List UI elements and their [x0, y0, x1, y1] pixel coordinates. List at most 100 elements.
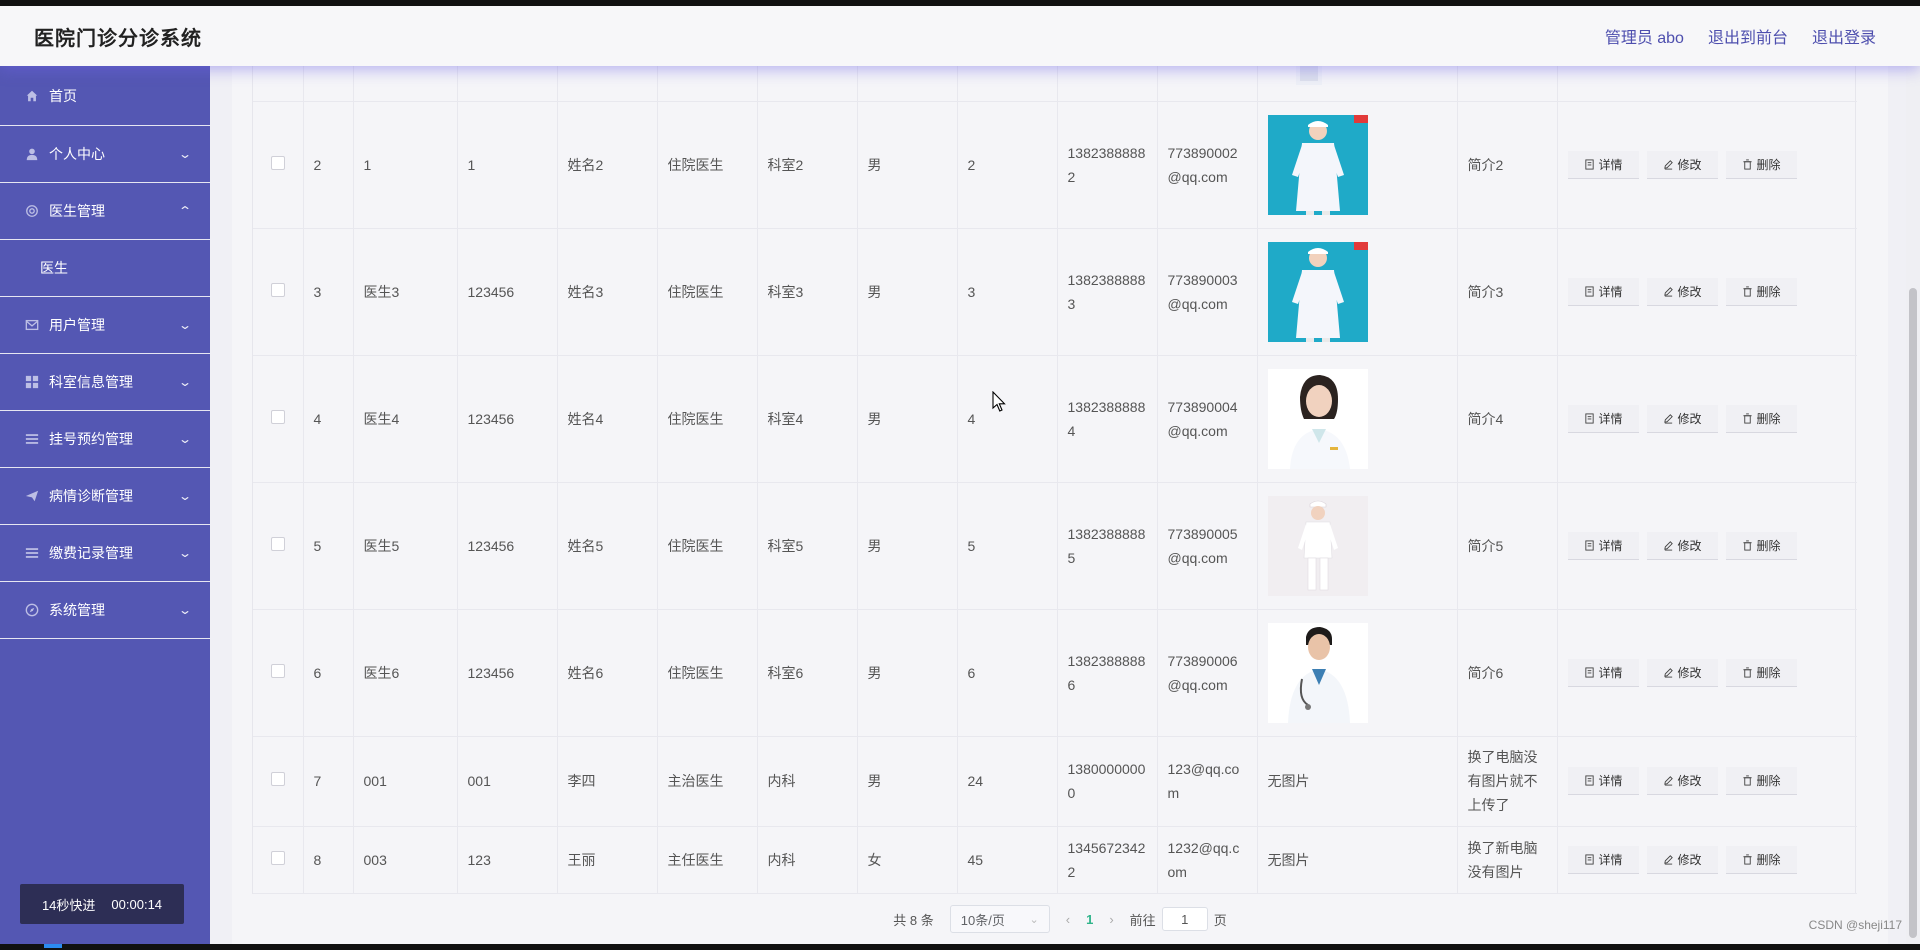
detail-button[interactable]: 详情 — [1567, 845, 1639, 874]
sidebar-item-appointment[interactable]: 挂号预约管理 ⌄ — [0, 411, 210, 468]
prev-page-button[interactable]: ‹ — [1066, 912, 1070, 927]
cell-department: 科室2 — [757, 101, 858, 229]
page-number-current[interactable]: 1 — [1086, 912, 1093, 927]
cell-gender: 男 — [857, 609, 958, 737]
edit-button[interactable]: 修改 — [1646, 767, 1718, 795]
row-checkbox[interactable] — [270, 155, 285, 170]
cell-actions: 详情 修改 删除 — [1557, 101, 1857, 229]
row-checkbox[interactable] — [270, 409, 285, 424]
compass-icon — [24, 602, 40, 618]
edit-label: 修改 — [1677, 665, 1702, 680]
bottom-strip — [0, 944, 1920, 950]
document-icon — [1584, 539, 1594, 551]
cell-gender: 男 — [857, 355, 958, 483]
delete-button[interactable]: 删除 — [1725, 658, 1797, 687]
chevron-down-icon: ⌄ — [177, 147, 193, 161]
row-checkbox[interactable] — [270, 850, 285, 865]
cell-photo — [1257, 482, 1458, 610]
edit-button[interactable]: 修改 — [1646, 150, 1718, 179]
trash-icon — [1742, 853, 1752, 865]
cell-email: 773890005@qq.com — [1157, 482, 1258, 610]
sidebar-item-doctor-management[interactable]: 医生管理 ⌃ — [0, 183, 210, 240]
cell-checkbox — [253, 355, 304, 483]
doctor-photo — [1267, 622, 1368, 723]
document-icon — [1584, 285, 1594, 297]
trash-icon — [1742, 666, 1752, 678]
cell-password: 1 — [457, 101, 558, 229]
cell-email: 1232@qq.com — [1157, 826, 1258, 894]
chevron-down-icon: ⌄ — [1029, 913, 1039, 926]
scrollbar-thumb[interactable] — [1909, 288, 1917, 938]
edit-button[interactable]: 修改 — [1646, 277, 1718, 306]
edit-button[interactable]: 修改 — [1646, 658, 1718, 687]
delete-button[interactable]: 删除 — [1725, 404, 1797, 433]
sidebar-item-user-management[interactable]: 用户管理 ⌄ — [0, 297, 210, 354]
detail-button[interactable]: 详情 — [1567, 531, 1639, 560]
sidebar-item-label: 病情诊断管理 — [49, 488, 133, 504]
delete-button[interactable]: 删除 — [1725, 767, 1797, 795]
delete-button[interactable]: 删除 — [1725, 150, 1797, 179]
delete-button[interactable]: 删除 — [1725, 277, 1797, 306]
cell-intro: 换了电脑没有图片就不上传了 — [1457, 736, 1558, 827]
cell-phone: 13823888885 — [1057, 482, 1158, 610]
cell-photo — [1257, 609, 1458, 737]
edit-icon — [1663, 540, 1673, 551]
delete-button[interactable]: 删除 — [1725, 845, 1797, 874]
exit-to-front-link[interactable]: 退出到前台 — [1708, 24, 1788, 48]
sidebar-item-system-management[interactable]: 系统管理 ⌄ — [0, 582, 210, 639]
edit-button[interactable]: 修改 — [1646, 531, 1718, 560]
fast-forward-badge: 14秒快进 00:00:14 — [20, 884, 184, 924]
cell-title: 住院医生 — [657, 482, 758, 610]
chevron-down-icon: ⌄ — [177, 318, 193, 332]
sidebar-subitem-doctor[interactable]: 医生 — [0, 240, 210, 297]
chevron-down-icon: ⌄ — [177, 603, 193, 617]
cell-photo — [1257, 228, 1458, 356]
vertical-scrollbar[interactable] — [1906, 66, 1920, 944]
delete-button[interactable]: 删除 — [1725, 531, 1797, 560]
message-icon — [24, 317, 40, 333]
sidebar-item-personal-center[interactable]: 个人中心 ⌄ — [0, 126, 210, 183]
row-checkbox[interactable] — [270, 282, 285, 297]
goto-page-input[interactable] — [1161, 907, 1208, 931]
sidebar-item-department-info[interactable]: 科室信息管理 ⌄ — [0, 354, 210, 411]
sidebar-item-label: 医生管理 — [49, 203, 105, 219]
next-page-button[interactable]: › — [1109, 912, 1113, 927]
cell-title: 主治医生 — [657, 736, 758, 827]
table-row: 6 医生6 123456 姓名6 住院医生 科室6 男 6 13823888886 7738900… — [253, 609, 1857, 737]
detail-button[interactable]: 详情 — [1567, 150, 1639, 179]
cell-intro: 简介2 — [1457, 101, 1558, 229]
edit-button[interactable]: 修改 — [1646, 404, 1718, 433]
doctor-photo — [1267, 241, 1368, 342]
table-row: 7 001 001 李四 主治医生 内科男 24 13800000000 123@qq.com 无… — [253, 736, 1857, 827]
logout-link[interactable]: 退出登录 — [1812, 24, 1876, 48]
sidebar-item-label: 个人中心 — [49, 146, 105, 162]
detail-label: 详情 — [1598, 284, 1623, 299]
row-checkbox[interactable] — [270, 663, 285, 678]
cell-phone: 13823888884 — [1057, 355, 1158, 483]
detail-button[interactable]: 详情 — [1567, 404, 1639, 433]
sidebar-item-home[interactable]: 首页 — [0, 66, 210, 126]
admin-user-link[interactable]: 管理员 abo — [1605, 24, 1684, 48]
cell-account: 医生6 — [353, 609, 458, 737]
trash-icon — [1742, 412, 1752, 424]
cell-gender: 男 — [857, 736, 958, 827]
row-checkbox[interactable] — [270, 536, 285, 551]
detail-button[interactable]: 详情 — [1567, 767, 1639, 795]
cell-intro: 简介5 — [1457, 482, 1558, 610]
cell-department: 科室3 — [757, 228, 858, 356]
app-window: 医院门诊分诊系统 管理员 abo 退出到前台 退出登录 首页 个人中心 ⌄ 医生… — [0, 6, 1920, 944]
cell-age: 3 — [957, 228, 1058, 356]
cell-password: 123 — [457, 826, 558, 894]
page-size-select[interactable]: 10条/页 ⌄ — [949, 905, 1050, 933]
edit-button[interactable]: 修改 — [1646, 845, 1718, 874]
row-checkbox[interactable] — [270, 772, 285, 786]
cell-password: 001 — [457, 736, 558, 827]
doctor-table: 2 1 1 姓名2 住院医生 科室2 男 2 13823888882 773890002@qq.c… — [252, 36, 1857, 894]
cell-age: 6 — [957, 609, 1058, 737]
cell-phone: 13823888882 — [1057, 101, 1158, 229]
doctor-photo — [1267, 368, 1368, 469]
detail-button[interactable]: 详情 — [1567, 277, 1639, 306]
sidebar-item-payment-records[interactable]: 缴费记录管理 ⌄ — [0, 525, 210, 582]
detail-button[interactable]: 详情 — [1567, 658, 1639, 687]
sidebar-item-diagnosis[interactable]: 病情诊断管理 ⌄ — [0, 468, 210, 525]
